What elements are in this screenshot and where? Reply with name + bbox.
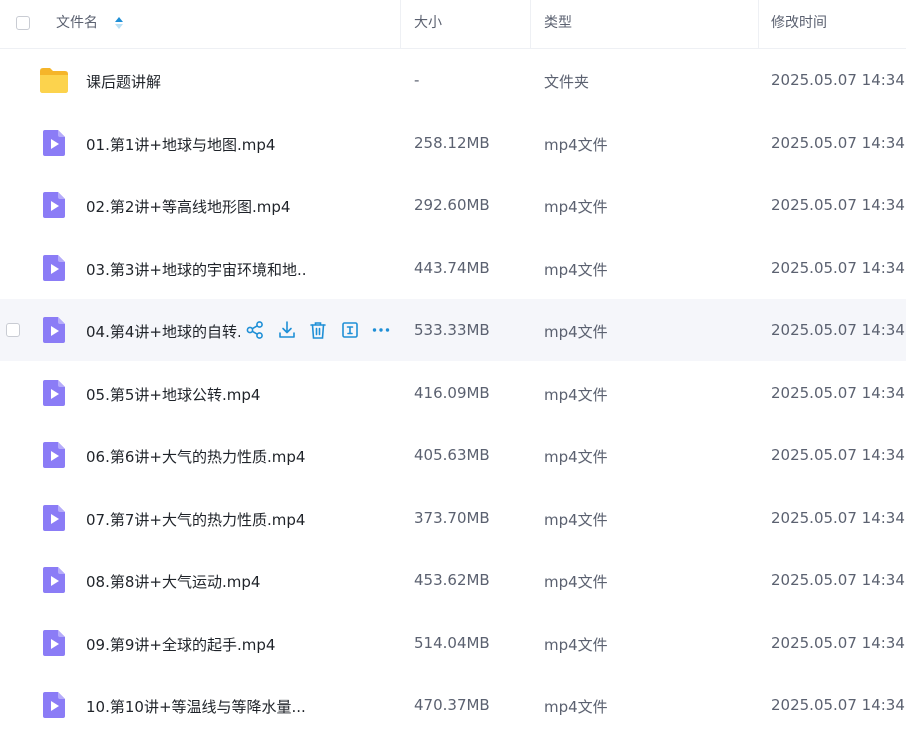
folder-icon bbox=[38, 66, 68, 94]
video-file-icon bbox=[42, 191, 70, 219]
column-divider bbox=[400, 0, 401, 48]
file-modified-time: 2025.05.07 14:34 bbox=[771, 571, 905, 589]
video-file-icon bbox=[42, 691, 70, 719]
file-size: 292.60MB bbox=[414, 196, 490, 214]
file-name[interactable]: 03.第3讲+地球的宇宙环境和地... bbox=[86, 259, 306, 280]
file-name[interactable]: 01.第1讲+地球与地图.mp4 bbox=[86, 134, 275, 155]
file-list-header: 文件名 大小 类型 修改时间 bbox=[0, 0, 906, 49]
file-name[interactable]: 10.第10讲+等温线与等降水量... bbox=[86, 696, 306, 717]
file-type: mp4文件 bbox=[544, 698, 608, 716]
column-divider bbox=[530, 0, 531, 48]
file-size: 405.63MB bbox=[414, 446, 490, 464]
file-size: 416.09MB bbox=[414, 383, 490, 402]
file-size: 453.62MB bbox=[414, 571, 490, 589]
file-size: 258.12MB bbox=[414, 133, 490, 152]
video-file-icon bbox=[42, 316, 70, 344]
video-file-icon bbox=[42, 629, 70, 657]
file-name[interactable]: 07.第7讲+大气的热力性质.mp4 bbox=[86, 509, 305, 530]
file-size: - bbox=[414, 71, 420, 89]
file-modified-time: 2025.05.07 14:34 bbox=[771, 196, 905, 214]
column-header-size[interactable]: 大小 bbox=[414, 0, 442, 48]
file-row[interactable]: 05.第5讲+地球公转.mp4 416.09MB mp4文件 2025.05.07 1… bbox=[0, 362, 906, 424]
file-type: mp4文件 bbox=[544, 510, 608, 529]
file-name[interactable]: 04.第4讲+地球的自转.mp4 bbox=[86, 321, 240, 342]
file-name[interactable]: 06.第6讲+大气的热力性质.mp4 bbox=[86, 446, 305, 467]
file-name[interactable]: 08.第8讲+大气运动.mp4 bbox=[86, 571, 260, 592]
file-name[interactable]: 课后题讲解 bbox=[86, 71, 161, 92]
file-size: 514.04MB bbox=[414, 633, 490, 652]
file-row[interactable]: 09.第9讲+全球的起手.mp4 514.04MB mp4文件 2025.05.07 … bbox=[0, 612, 906, 674]
file-type: mp4文件 bbox=[544, 323, 608, 341]
file-row[interactable]: 08.第8讲+大气运动.mp4 453.62MB mp4文件 2025.05.07 1… bbox=[0, 549, 906, 611]
file-row[interactable]: 02.第2讲+等高线地形图.mp4 292.60MB mp4文件 2025.05.07… bbox=[0, 174, 906, 236]
sort-icon[interactable] bbox=[114, 15, 124, 31]
file-type: mp4文件 bbox=[544, 260, 608, 279]
file-row[interactable]: 04.第4讲+地球的自转.mp4 533.33MB mp4文件 2025.05.07 … bbox=[0, 299, 906, 361]
file-size: 373.70MB bbox=[414, 508, 490, 527]
column-divider bbox=[758, 0, 759, 48]
file-name[interactable]: 09.第9讲+全球的起手.mp4 bbox=[86, 634, 275, 655]
video-file-icon bbox=[42, 504, 70, 532]
file-modified-time: 2025.05.07 14:34 bbox=[771, 258, 905, 277]
file-name[interactable]: 05.第5讲+地球公转.mp4 bbox=[86, 384, 260, 405]
file-type: mp4文件 bbox=[544, 198, 608, 216]
file-size: 533.33MB bbox=[414, 321, 490, 339]
row-checkbox[interactable] bbox=[6, 323, 20, 337]
video-file-icon bbox=[42, 566, 70, 594]
file-row[interactable]: 07.第7讲+大气的热力性质.mp4 373.70MB mp4文件 2025.05.0… bbox=[0, 487, 906, 549]
delete-icon[interactable] bbox=[307, 319, 329, 341]
share-icon[interactable] bbox=[244, 319, 266, 341]
file-type: 文件夹 bbox=[544, 73, 590, 91]
video-file-icon bbox=[42, 441, 70, 469]
file-row[interactable]: 10.第10讲+等温线与等降水量... 470.37MB mp4文件 2025.05.… bbox=[0, 674, 906, 736]
file-modified-time: 2025.05.07 14:34 bbox=[771, 633, 905, 652]
file-row[interactable]: 01.第1讲+地球与地图.mp4 258.12MB mp4文件 2025.05.07 … bbox=[0, 112, 906, 174]
video-file-icon bbox=[42, 129, 70, 157]
file-name[interactable]: 02.第2讲+等高线地形图.mp4 bbox=[86, 196, 290, 217]
video-file-icon bbox=[42, 379, 70, 407]
file-modified-time: 2025.05.07 14:34 bbox=[771, 71, 905, 89]
column-header-modified[interactable]: 修改时间 bbox=[771, 0, 827, 48]
file-row[interactable]: 06.第6讲+大气的热力性质.mp4 405.63MB mp4文件 2025.05.0… bbox=[0, 424, 906, 486]
column-header-name[interactable]: 文件名 bbox=[56, 0, 98, 48]
select-all-checkbox[interactable] bbox=[16, 16, 30, 30]
file-row[interactable]: 课后题讲解 - 文件夹 2025.05.07 14:34 bbox=[0, 49, 906, 111]
file-type: mp4文件 bbox=[544, 635, 608, 654]
file-modified-time: 2025.05.07 14:34 bbox=[771, 383, 905, 402]
file-modified-time: 2025.05.07 14:34 bbox=[771, 321, 905, 339]
column-header-type[interactable]: 类型 bbox=[544, 0, 572, 48]
file-type: mp4文件 bbox=[544, 573, 608, 591]
more-icon[interactable] bbox=[370, 319, 392, 341]
rename-icon[interactable] bbox=[339, 319, 361, 341]
file-size: 443.74MB bbox=[414, 258, 490, 277]
file-row[interactable]: 03.第3讲+地球的宇宙环境和地... 443.74MB mp4文件 2025.05.… bbox=[0, 237, 906, 299]
file-type: mp4文件 bbox=[544, 135, 608, 154]
file-modified-time: 2025.05.07 14:34 bbox=[771, 508, 905, 527]
video-file-icon bbox=[42, 254, 70, 282]
file-type: mp4文件 bbox=[544, 448, 608, 466]
file-modified-time: 2025.05.07 14:34 bbox=[771, 446, 905, 464]
file-modified-time: 2025.05.07 14:34 bbox=[771, 133, 905, 152]
file-modified-time: 2025.05.07 14:34 bbox=[771, 696, 905, 714]
download-icon[interactable] bbox=[276, 319, 298, 341]
file-size: 470.37MB bbox=[414, 696, 490, 714]
file-type: mp4文件 bbox=[544, 385, 608, 404]
